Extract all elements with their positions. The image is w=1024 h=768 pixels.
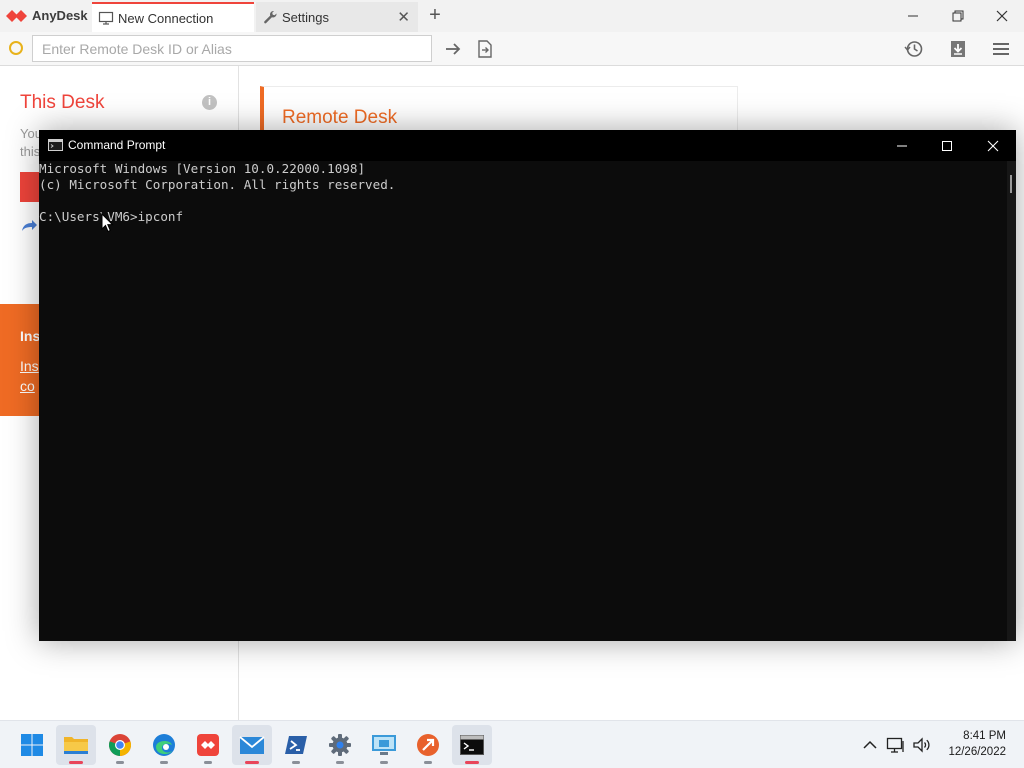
remote-desktop-icon — [372, 735, 396, 755]
running-indicator — [160, 761, 168, 764]
remote-desk-title: Remote Desk — [282, 107, 398, 128]
cmd-minimize-button[interactable] — [879, 130, 925, 161]
chevron-up-icon[interactable] — [860, 735, 880, 755]
chrome-icon — [108, 734, 132, 756]
taskbar-file-explorer[interactable] — [56, 725, 96, 765]
cmd-close-button[interactable] — [970, 130, 1016, 161]
cmd-title: Command Prompt — [68, 138, 166, 152]
minimize-icon — [908, 15, 918, 17]
download-icon[interactable] — [948, 39, 968, 59]
tab-settings[interactable]: Settings ✕ — [256, 2, 418, 32]
this-desk-title: This Desk — [20, 92, 105, 113]
terminal-icon — [460, 735, 484, 755]
edge-icon — [153, 734, 175, 756]
taskbar-remote-app[interactable] — [408, 725, 448, 765]
taskbar-anydesk[interactable] — [188, 725, 228, 765]
minimize-icon — [897, 145, 907, 146]
running-indicator — [204, 761, 212, 764]
taskbar-powershell[interactable] — [276, 725, 316, 765]
restore-button[interactable] — [936, 0, 980, 32]
console-prompt-line[interactable]: C:\Users\VM6>ipconf — [39, 209, 1007, 225]
running-indicator — [245, 761, 259, 764]
taskbar-chrome[interactable] — [100, 725, 140, 765]
anydesk-icon — [197, 734, 219, 756]
desk-id-badge — [20, 172, 40, 202]
status-indicator-icon — [9, 41, 23, 55]
taskbar-remote-desktop[interactable] — [364, 725, 404, 765]
running-indicator — [424, 761, 432, 764]
install-banner: Ins Ins co — [0, 304, 40, 416]
cmd-scrollbar[interactable] — [1007, 161, 1016, 641]
windows-start-icon — [21, 734, 43, 756]
running-indicator — [69, 761, 83, 764]
maximize-icon — [942, 140, 952, 151]
network-icon[interactable] — [886, 735, 906, 755]
restore-icon — [952, 10, 964, 22]
install-link-line2[interactable]: co — [20, 378, 35, 394]
hamburger-menu-icon[interactable] — [991, 39, 1011, 59]
taskbar: 8:41 PM 12/26/2022 — [0, 720, 1024, 768]
share-arrow-icon[interactable] — [20, 216, 38, 234]
file-explorer-icon — [64, 737, 88, 754]
running-indicator — [292, 761, 300, 764]
taskbar-mail[interactable] — [232, 725, 272, 765]
console-line: Microsoft Windows [Version 10.0.22000.10… — [39, 161, 366, 176]
close-icon — [987, 140, 999, 151]
wrench-icon — [264, 10, 277, 24]
taskbar-terminal[interactable] — [452, 725, 492, 765]
anydesk-titlebar: AnyDesk New Connection Settings ✕ + — [0, 0, 1024, 32]
taskbar-settings[interactable] — [320, 725, 360, 765]
cmd-maximize-button[interactable] — [924, 130, 970, 161]
connect-arrow-icon[interactable] — [443, 39, 463, 59]
app-name: AnyDesk — [32, 8, 88, 23]
running-indicator — [116, 761, 124, 764]
install-banner-title: Ins — [20, 328, 41, 344]
console-line: (c) Microsoft Corporation. All rights re… — [39, 177, 396, 192]
cmd-titlebar[interactable]: Command Prompt — [39, 130, 1016, 161]
close-icon — [996, 10, 1008, 22]
command-prompt-window[interactable]: Command Prompt Microsoft Windows [Versio… — [39, 130, 1016, 641]
clock-date[interactable]: 12/26/2022 — [948, 746, 1006, 758]
remote-desk-id-input[interactable] — [32, 35, 432, 62]
info-icon[interactable]: i — [202, 95, 217, 110]
tab-new-connection[interactable]: New Connection — [92, 2, 254, 32]
cmd-app-icon — [48, 139, 63, 151]
close-tab-icon[interactable]: ✕ — [397, 8, 410, 26]
settings-gear-icon — [329, 734, 351, 756]
mail-icon — [239, 736, 265, 754]
address-toolbar — [0, 32, 1024, 66]
anydesk-logo-icon — [6, 10, 27, 22]
tab-label: New Connection — [118, 10, 214, 26]
history-icon[interactable] — [904, 39, 924, 59]
this-desk-description-line2: this — [20, 144, 41, 159]
powershell-icon — [285, 736, 307, 754]
running-indicator — [380, 761, 388, 764]
install-link[interactable]: Ins — [20, 358, 39, 374]
start-button[interactable] — [12, 725, 52, 765]
remote-app-icon — [417, 734, 439, 756]
close-button[interactable] — [980, 0, 1024, 32]
running-indicator — [465, 761, 479, 764]
minimize-button[interactable] — [891, 0, 935, 32]
add-tab-button[interactable]: + — [426, 4, 444, 27]
monitor-icon — [98, 11, 114, 25]
taskbar-edge[interactable] — [144, 725, 184, 765]
tab-label: Settings — [282, 9, 329, 25]
running-indicator — [336, 761, 344, 764]
file-transfer-icon[interactable] — [475, 39, 495, 59]
mouse-cursor-icon — [101, 213, 114, 233]
clock-time[interactable]: 8:41 PM — [963, 730, 1006, 742]
volume-icon[interactable] — [912, 735, 932, 755]
cmd-console[interactable]: Microsoft Windows [Version 10.0.22000.10… — [39, 161, 1007, 641]
scrollbar-thumb[interactable] — [1010, 175, 1012, 193]
